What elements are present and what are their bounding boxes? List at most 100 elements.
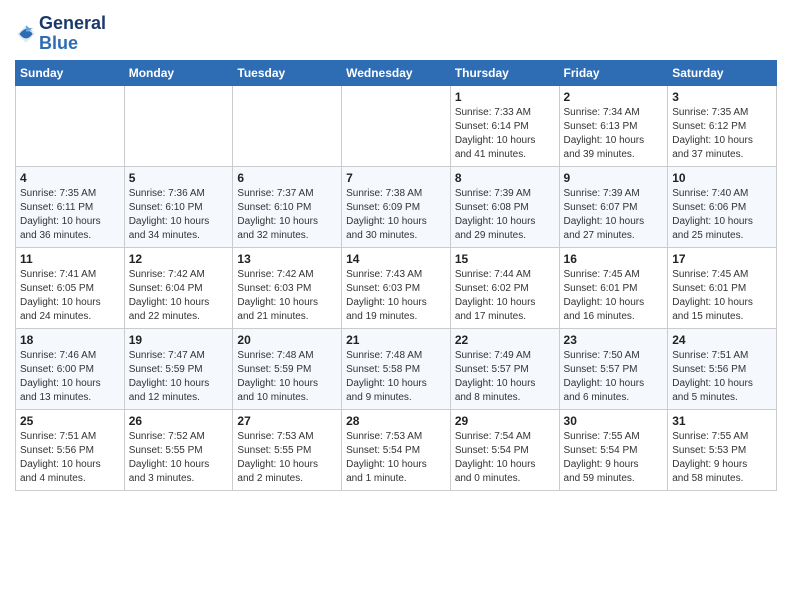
- day-number: 3: [672, 90, 772, 104]
- calendar-cell: 9 Sunrise: 7:39 AM Sunset: 6:07 PM Daylig…: [559, 166, 668, 247]
- day-info: Sunrise: 7:47 AM Sunset: 5:59 PM Dayligh…: [129, 349, 229, 405]
- day-info: Sunrise: 7:38 AM Sunset: 6:09 PM Dayligh…: [346, 187, 446, 243]
- calendar-cell: 8 Sunrise: 7:39 AM Sunset: 6:08 PM Daylig…: [450, 166, 559, 247]
- day-number: 7: [346, 171, 446, 185]
- calendar-cell: 28Sunrise: 7:53 AM Sunset: 5:54 PM Dayli…: [342, 409, 451, 490]
- day-info: Sunrise: 7:37 AM Sunset: 6:10 PM Dayligh…: [237, 187, 337, 243]
- calendar-cell: [342, 85, 451, 166]
- day-info: Sunrise: 7:36 AM Sunset: 6:10 PM Dayligh…: [129, 187, 229, 243]
- day-number: 9: [564, 171, 664, 185]
- weekday-header-sunday: Sunday: [16, 60, 125, 85]
- logo: General Blue: [15, 14, 106, 54]
- calendar-cell: 26 Sunrise: 7:52 AM Sunset: 5:55 PM Dayli…: [124, 409, 233, 490]
- day-info: Sunrise: 7:55 AM Sunset: 5:53 PM Dayligh…: [672, 430, 772, 486]
- day-info: Sunrise: 7:48 AM Sunset: 5:58 PM Dayligh…: [346, 349, 446, 405]
- day-info: Sunrise: 7:33 AM Sunset: 6:14 PM Dayligh…: [455, 106, 555, 162]
- calendar-cell: 15 Sunrise: 7:44 AM Sunset: 6:02 PM Dayli…: [450, 247, 559, 328]
- day-info: Sunrise: 7:41 AM Sunset: 6:05 PM Dayligh…: [20, 268, 120, 324]
- calendar-week-row: 11 Sunrise: 7:41 AM Sunset: 6:05 PM Dayli…: [16, 247, 777, 328]
- day-info: Sunrise: 7:40 AM Sunset: 6:06 PM Dayligh…: [672, 187, 772, 243]
- day-number: 27: [237, 414, 337, 428]
- calendar-cell: 10 Sunrise: 7:40 AM Sunset: 6:06 PM Dayli…: [668, 166, 777, 247]
- calendar-cell: 31 Sunrise: 7:55 AM Sunset: 5:53 PM Dayli…: [668, 409, 777, 490]
- calendar-cell: 3 Sunrise: 7:35 AM Sunset: 6:12 PM Daylig…: [668, 85, 777, 166]
- calendar-week-row: 25 Sunrise: 7:51 AM Sunset: 5:56 PM Dayli…: [16, 409, 777, 490]
- day-number: 6: [237, 171, 337, 185]
- calendar-week-row: 4 Sunrise: 7:35 AM Sunset: 6:11 PM Daylig…: [16, 166, 777, 247]
- calendar-cell: 22Sunrise: 7:49 AM Sunset: 5:57 PM Dayli…: [450, 328, 559, 409]
- day-number: 26: [129, 414, 229, 428]
- page-header: General Blue: [15, 10, 777, 54]
- day-number: 1: [455, 90, 555, 104]
- day-number: 21: [346, 333, 446, 347]
- day-info: Sunrise: 7:35 AM Sunset: 6:11 PM Dayligh…: [20, 187, 120, 243]
- day-number: 10: [672, 171, 772, 185]
- calendar-cell: 18Sunrise: 7:46 AM Sunset: 6:00 PM Dayli…: [16, 328, 125, 409]
- day-info: Sunrise: 7:35 AM Sunset: 6:12 PM Dayligh…: [672, 106, 772, 162]
- calendar-week-row: 18Sunrise: 7:46 AM Sunset: 6:00 PM Dayli…: [16, 328, 777, 409]
- calendar-cell: 19 Sunrise: 7:47 AM Sunset: 5:59 PM Dayli…: [124, 328, 233, 409]
- day-number: 31: [672, 414, 772, 428]
- day-info: Sunrise: 7:52 AM Sunset: 5:55 PM Dayligh…: [129, 430, 229, 486]
- calendar-cell: 20Sunrise: 7:48 AM Sunset: 5:59 PM Dayli…: [233, 328, 342, 409]
- day-number: 28: [346, 414, 446, 428]
- calendar-cell: 5 Sunrise: 7:36 AM Sunset: 6:10 PM Daylig…: [124, 166, 233, 247]
- day-number: 24: [672, 333, 772, 347]
- day-info: Sunrise: 7:51 AM Sunset: 5:56 PM Dayligh…: [20, 430, 120, 486]
- day-number: 11: [20, 252, 120, 266]
- weekday-header-friday: Friday: [559, 60, 668, 85]
- day-info: Sunrise: 7:48 AM Sunset: 5:59 PM Dayligh…: [237, 349, 337, 405]
- day-number: 15: [455, 252, 555, 266]
- calendar-cell: 4 Sunrise: 7:35 AM Sunset: 6:11 PM Daylig…: [16, 166, 125, 247]
- calendar-cell: 24 Sunrise: 7:51 AM Sunset: 5:56 PM Dayli…: [668, 328, 777, 409]
- day-info: Sunrise: 7:44 AM Sunset: 6:02 PM Dayligh…: [455, 268, 555, 324]
- calendar-cell: 14Sunrise: 7:43 AM Sunset: 6:03 PM Dayli…: [342, 247, 451, 328]
- calendar-cell: 30Sunrise: 7:55 AM Sunset: 5:54 PM Dayli…: [559, 409, 668, 490]
- calendar-cell: 16 Sunrise: 7:45 AM Sunset: 6:01 PM Dayli…: [559, 247, 668, 328]
- calendar-cell: 17 Sunrise: 7:45 AM Sunset: 6:01 PM Dayli…: [668, 247, 777, 328]
- day-info: Sunrise: 7:53 AM Sunset: 5:55 PM Dayligh…: [237, 430, 337, 486]
- day-info: Sunrise: 7:54 AM Sunset: 5:54 PM Dayligh…: [455, 430, 555, 486]
- weekday-header-thursday: Thursday: [450, 60, 559, 85]
- day-info: Sunrise: 7:34 AM Sunset: 6:13 PM Dayligh…: [564, 106, 664, 162]
- day-info: Sunrise: 7:55 AM Sunset: 5:54 PM Dayligh…: [564, 430, 664, 486]
- calendar-cell: 2 Sunrise: 7:34 AM Sunset: 6:13 PM Daylig…: [559, 85, 668, 166]
- calendar-cell: [124, 85, 233, 166]
- day-number: 13: [237, 252, 337, 266]
- day-number: 29: [455, 414, 555, 428]
- day-number: 18: [20, 333, 120, 347]
- logo-text: General Blue: [39, 14, 106, 54]
- day-number: 8: [455, 171, 555, 185]
- weekday-header-monday: Monday: [124, 60, 233, 85]
- day-info: Sunrise: 7:43 AM Sunset: 6:03 PM Dayligh…: [346, 268, 446, 324]
- day-info: Sunrise: 7:39 AM Sunset: 6:07 PM Dayligh…: [564, 187, 664, 243]
- day-info: Sunrise: 7:45 AM Sunset: 6:01 PM Dayligh…: [564, 268, 664, 324]
- calendar-cell: 23 Sunrise: 7:50 AM Sunset: 5:57 PM Dayli…: [559, 328, 668, 409]
- day-number: 4: [20, 171, 120, 185]
- calendar-cell: 13 Sunrise: 7:42 AM Sunset: 6:03 PM Dayli…: [233, 247, 342, 328]
- calendar-cell: 12 Sunrise: 7:42 AM Sunset: 6:04 PM Dayli…: [124, 247, 233, 328]
- day-info: Sunrise: 7:45 AM Sunset: 6:01 PM Dayligh…: [672, 268, 772, 324]
- day-info: Sunrise: 7:50 AM Sunset: 5:57 PM Dayligh…: [564, 349, 664, 405]
- day-number: 17: [672, 252, 772, 266]
- day-number: 5: [129, 171, 229, 185]
- day-number: 23: [564, 333, 664, 347]
- weekday-header-saturday: Saturday: [668, 60, 777, 85]
- calendar-cell: [16, 85, 125, 166]
- calendar-cell: [233, 85, 342, 166]
- calendar-table: SundayMondayTuesdayWednesdayThursdayFrid…: [15, 60, 777, 491]
- day-number: 2: [564, 90, 664, 104]
- day-info: Sunrise: 7:39 AM Sunset: 6:08 PM Dayligh…: [455, 187, 555, 243]
- calendar-cell: 6 Sunrise: 7:37 AM Sunset: 6:10 PM Daylig…: [233, 166, 342, 247]
- calendar-cell: 29 Sunrise: 7:54 AM Sunset: 5:54 PM Dayli…: [450, 409, 559, 490]
- calendar-cell: 11 Sunrise: 7:41 AM Sunset: 6:05 PM Dayli…: [16, 247, 125, 328]
- day-number: 19: [129, 333, 229, 347]
- day-number: 12: [129, 252, 229, 266]
- weekday-header-tuesday: Tuesday: [233, 60, 342, 85]
- day-number: 25: [20, 414, 120, 428]
- day-info: Sunrise: 7:42 AM Sunset: 6:04 PM Dayligh…: [129, 268, 229, 324]
- calendar-header-row: SundayMondayTuesdayWednesdayThursdayFrid…: [16, 60, 777, 85]
- day-info: Sunrise: 7:51 AM Sunset: 5:56 PM Dayligh…: [672, 349, 772, 405]
- day-info: Sunrise: 7:42 AM Sunset: 6:03 PM Dayligh…: [237, 268, 337, 324]
- day-number: 16: [564, 252, 664, 266]
